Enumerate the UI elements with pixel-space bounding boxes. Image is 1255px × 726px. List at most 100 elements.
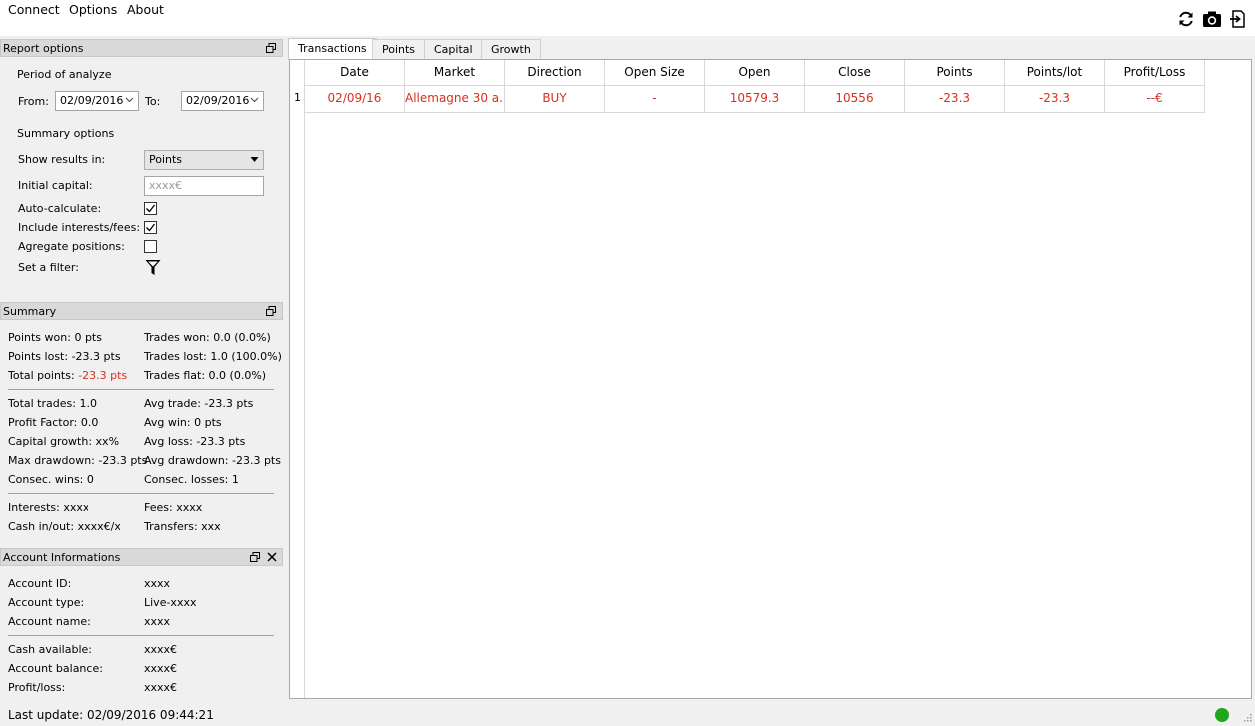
export-button[interactable] xyxy=(1227,9,1249,29)
column-header[interactable]: Open xyxy=(705,60,805,86)
from-date-value: 02/09/2016 xyxy=(60,94,124,107)
chevron-down-icon xyxy=(250,157,259,162)
account-name-label: Account name: xyxy=(8,615,91,628)
screenshot-button[interactable] xyxy=(1201,9,1223,29)
trades-lost-row: Trades lost: 1.0 (100.0%) xyxy=(144,350,282,363)
total-points-row: Total points: -23.3 pts xyxy=(8,369,127,382)
profit-loss-value: xxxx€ xyxy=(144,681,178,694)
trades-lost-label: Trades lost: xyxy=(144,350,207,363)
account-balance-label: Account balance: xyxy=(8,662,103,675)
avg-trade: Avg trade: -23.3 pts xyxy=(144,397,254,410)
table-cell[interactable]: 10556 xyxy=(805,86,905,113)
account-restore-button[interactable] xyxy=(248,550,262,564)
tab-points[interactable]: Points xyxy=(372,39,426,59)
cash-available-value: xxxx€ xyxy=(144,643,178,656)
row-header-column xyxy=(290,60,305,698)
capital-growth: Capital growth: xx% xyxy=(8,435,120,448)
trades-flat-label: Trades flat: xyxy=(144,369,206,382)
column-header[interactable]: Open Size xyxy=(605,60,705,86)
auto-calc-checkbox[interactable] xyxy=(144,202,157,215)
trades-flat-row: Trades flat: 0.0 (0.0%) xyxy=(144,369,266,382)
account-name-value: xxxx xyxy=(144,615,171,628)
connection-status-indicator xyxy=(1215,708,1229,722)
trades-flat-value: 0.0 (0.0%) xyxy=(208,369,267,382)
table-cell[interactable]: BUY xyxy=(505,86,605,113)
fees: Fees: xxxx€ xyxy=(144,501,202,514)
row-number[interactable]: 1 xyxy=(294,91,301,104)
summary-restore-button[interactable] xyxy=(264,304,278,318)
consec-wins: Consec. wins: 0 xyxy=(8,473,94,486)
column-header[interactable]: Direction xyxy=(505,60,605,86)
to-date-field[interactable]: 02/09/2016 xyxy=(181,91,264,111)
tab-capital[interactable]: Capital xyxy=(424,39,483,59)
menu-about[interactable]: About xyxy=(125,2,166,17)
from-date-field[interactable]: 02/09/2016 xyxy=(55,91,139,111)
initial-capital-placeholder: xxxx€ xyxy=(149,179,183,192)
trades-lost-value: 1.0 (100.0%) xyxy=(210,350,282,363)
last-update: Last update: 02/09/2016 09:44:21 xyxy=(8,708,214,722)
status-bar: Last update: 02/09/2016 09:44:21 xyxy=(0,705,1255,726)
from-label: From: xyxy=(18,95,49,108)
filter-button[interactable] xyxy=(145,259,161,279)
filter-label: Set a filter: xyxy=(18,261,79,274)
include-interest-checkbox[interactable] xyxy=(144,221,157,234)
max-drawdown: Max drawdown: -23.3 pts xyxy=(8,454,148,467)
table-cell[interactable]: -23.3 xyxy=(905,86,1005,113)
aggregate-label: Agregate positions: xyxy=(18,240,125,253)
trades-won-row: Trades won: 0.0 (0.0%) xyxy=(144,331,271,344)
aggregate-checkbox[interactable] xyxy=(144,240,157,253)
table-cell[interactable]: 10579.3 xyxy=(705,86,805,113)
tab-growth[interactable]: Growth xyxy=(481,39,541,59)
points-won-row: Points won: 0 pts xyxy=(8,331,102,344)
restore-icon xyxy=(266,306,276,316)
to-date-value: 02/09/2016 xyxy=(186,94,250,107)
chevron-down-icon xyxy=(250,97,259,103)
transactions-table: 1 Date Market Direction Open Size Open Close P… xyxy=(289,59,1252,699)
table-cell[interactable]: - xyxy=(605,86,705,113)
profit-loss-label: Profit/loss: xyxy=(8,681,66,694)
column-header[interactable]: Points xyxy=(905,60,1005,86)
profit-factor: Profit Factor: 0.0 xyxy=(8,416,99,429)
interests: Interests: xxxx€ xyxy=(8,501,88,514)
report-options-restore-button[interactable] xyxy=(264,41,278,55)
points-lost-value: -23.3 pts xyxy=(71,350,121,363)
account-type-label: Account type: xyxy=(8,596,85,609)
include-interest-label: Include interests/fees: xyxy=(18,221,141,234)
table-cell[interactable]: Allemagne 30 a... xyxy=(405,86,505,113)
avg-loss: Avg loss: -23.3 pts xyxy=(144,435,246,448)
column-header[interactable]: Market xyxy=(405,60,505,86)
total-points-value: -23.3 pts xyxy=(78,369,128,382)
total-points-label: Total points: xyxy=(8,369,75,382)
checkmark-icon xyxy=(146,223,156,232)
show-results-select[interactable]: Points xyxy=(144,150,264,170)
avg-win: Avg win: 0 pts xyxy=(144,416,222,429)
total-trades: Total trades: 1.0 xyxy=(8,397,97,410)
resize-grip-icon[interactable] xyxy=(1241,711,1253,723)
restore-icon xyxy=(250,552,260,562)
report-options-title-bar: Report options xyxy=(0,39,283,57)
tab-transactions[interactable]: Transactions xyxy=(288,38,377,60)
menu-options[interactable]: Options xyxy=(67,2,119,17)
initial-capital-input[interactable]: xxxx€ xyxy=(144,176,264,196)
column-header[interactable]: Profit/Loss xyxy=(1105,60,1205,86)
menu-connect[interactable]: Connect xyxy=(6,2,62,17)
column-header[interactable]: Close xyxy=(805,60,905,86)
toolbar xyxy=(1175,9,1249,29)
cash-inout: Cash in/out: xxxx€/xxxx€ xyxy=(8,520,120,533)
avg-drawdown: Avg drawdown: -23.3 pts xyxy=(144,454,281,467)
account-title-bar: Account Informations xyxy=(0,548,283,566)
show-results-value: Points xyxy=(149,153,183,166)
consec-losses: Consec. losses: 1 xyxy=(144,473,239,486)
table-cell[interactable]: 02/09/16 xyxy=(305,86,405,113)
column-header[interactable]: Points/lot xyxy=(1005,60,1105,86)
table-cell[interactable]: --€ xyxy=(1105,86,1205,113)
column-header[interactable]: Date xyxy=(305,60,405,86)
export-icon xyxy=(1230,10,1245,28)
account-close-button[interactable] xyxy=(265,550,279,564)
account-id-value: xxxx xyxy=(144,577,171,590)
refresh-button[interactable] xyxy=(1175,9,1197,29)
auto-calc-label: Auto-calculate: xyxy=(18,202,102,215)
table-cell[interactable]: -23.3 xyxy=(1005,86,1105,113)
show-results-label: Show results in: xyxy=(18,153,106,166)
transfers: Transfers: xxxx€ xyxy=(144,520,220,533)
